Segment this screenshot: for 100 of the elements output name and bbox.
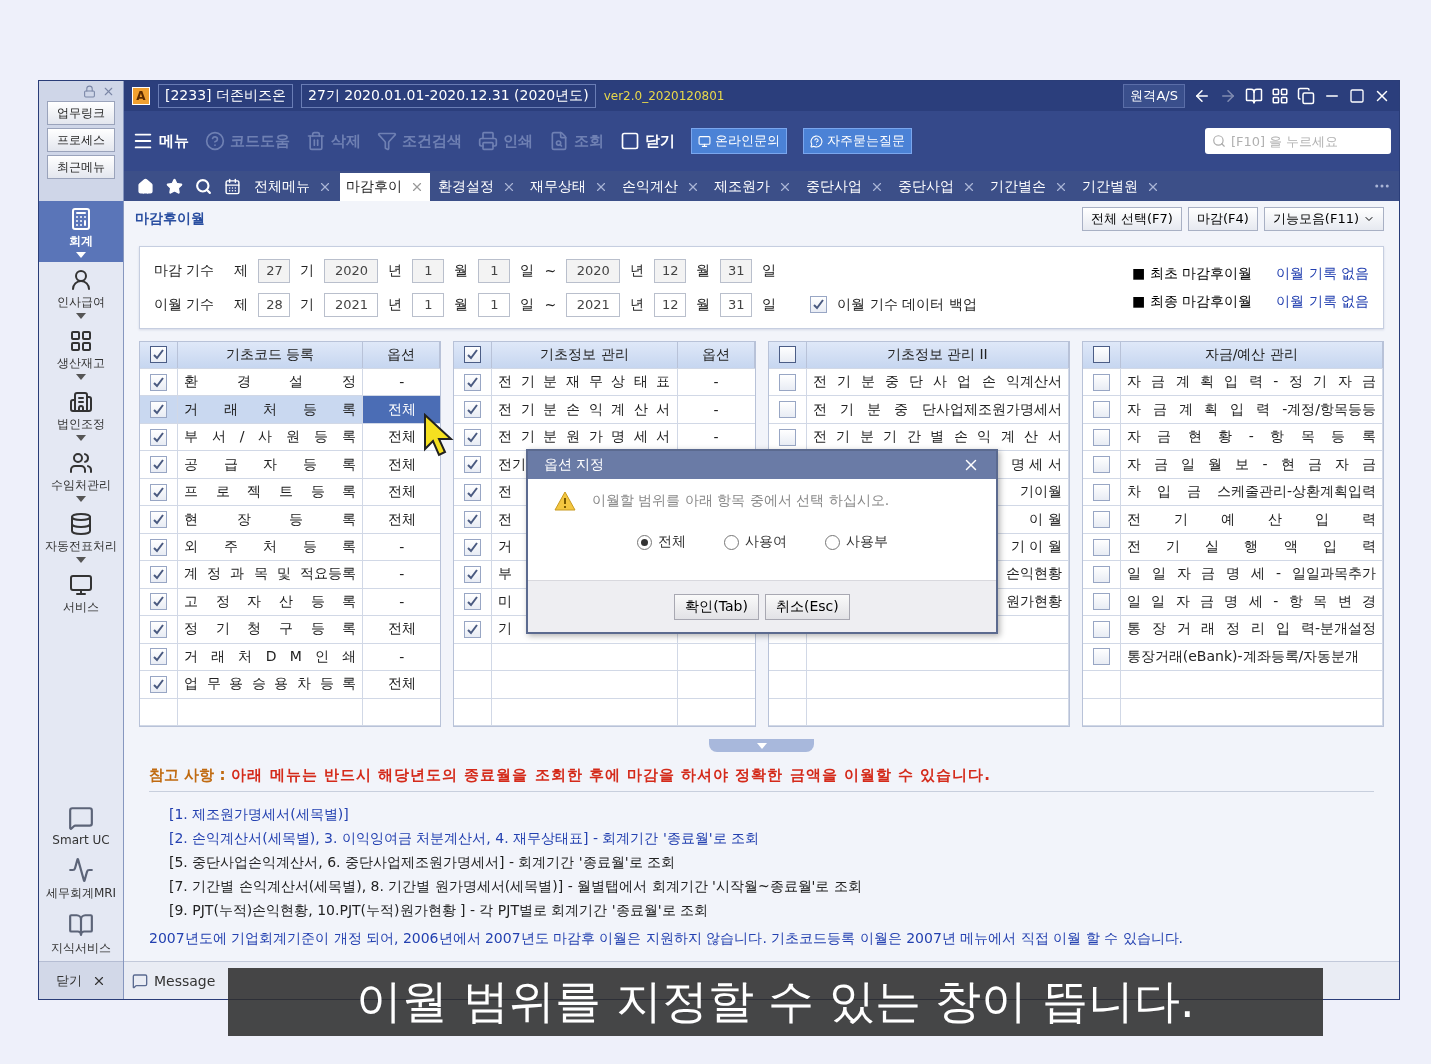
checkbox[interactable] — [464, 566, 482, 583]
tab[interactable]: 재무상태 — [524, 173, 614, 201]
option-cell[interactable]: - — [677, 368, 755, 396]
checkbox[interactable] — [464, 456, 482, 474]
checkbox[interactable] — [150, 428, 167, 446]
tab[interactable]: 손익계산 — [616, 173, 706, 201]
checkbox[interactable] — [464, 373, 482, 391]
radio-option[interactable]: 사용여 — [723, 533, 787, 551]
checkbox[interactable] — [1092, 346, 1110, 364]
checkbox[interactable] — [1092, 373, 1110, 391]
module-item[interactable]: 생산재고 — [39, 323, 123, 384]
checkbox[interactable] — [464, 511, 482, 529]
tab[interactable]: 전체메뉴 — [248, 173, 338, 201]
checkbox[interactable] — [1092, 428, 1110, 446]
option-cell[interactable]: 전체 — [363, 478, 441, 506]
close-sidebar-button[interactable]: 닫기 — [39, 961, 123, 999]
help-button[interactable]: 온라인문의 — [691, 128, 787, 154]
checkbox[interactable] — [150, 593, 167, 611]
history-link[interactable]: 이월 기록 없음 — [1276, 264, 1369, 283]
checkbox[interactable] — [1092, 401, 1110, 419]
module-item[interactable]: 법인조정 — [39, 384, 123, 445]
checkbox[interactable] — [464, 538, 482, 556]
service-item[interactable]: 지식서비스 — [39, 906, 123, 961]
checkbox[interactable] — [150, 483, 167, 501]
action-button[interactable]: 마감(F4) — [1187, 207, 1258, 231]
action-button[interactable]: 기능모음(F11) — [1263, 207, 1384, 231]
service-item[interactable]: 세무회계MRI — [39, 851, 123, 906]
tab[interactable]: 기간별손 — [984, 173, 1074, 201]
grid-icon[interactable] — [1271, 87, 1289, 105]
checkbox[interactable] — [150, 511, 167, 529]
cancel-button[interactable]: 취소(Esc) — [764, 593, 850, 620]
checkbox[interactable] — [464, 346, 482, 364]
checkbox[interactable] — [150, 373, 167, 391]
checkbox[interactable] — [150, 675, 167, 693]
back-icon[interactable] — [1193, 87, 1211, 105]
input-field[interactable]: 28 — [258, 292, 291, 317]
checkbox[interactable] — [150, 538, 167, 556]
option-cell[interactable]: - — [363, 533, 441, 561]
windows-icon[interactable] — [1297, 87, 1315, 105]
checkbox[interactable] — [1092, 566, 1110, 583]
tab[interactable]: 기간별원 — [1076, 173, 1166, 201]
module-item[interactable]: 서비스 — [39, 567, 123, 620]
checkbox[interactable] — [778, 428, 796, 446]
confirm-button[interactable]: 확인(Tab) — [674, 593, 759, 620]
maximize-icon[interactable] — [1349, 88, 1365, 104]
checkbox[interactable] — [464, 593, 482, 611]
history-link[interactable]: 이월 기록 없음 — [1276, 292, 1369, 311]
checkbox[interactable] — [778, 373, 796, 391]
input-field[interactable]: 1 — [478, 292, 511, 317]
checkbox[interactable] — [1092, 511, 1110, 529]
checkbox[interactable] — [1092, 620, 1110, 638]
tab[interactable]: 제조원가 — [708, 173, 798, 201]
toolbar-button[interactable]: 닫기 — [620, 131, 675, 151]
checkbox[interactable] — [464, 401, 482, 419]
input-field[interactable]: 2021 — [566, 292, 621, 317]
checkbox[interactable] — [150, 648, 167, 666]
forward-icon[interactable] — [1219, 87, 1237, 105]
input-field[interactable]: 1 — [412, 292, 445, 317]
input-field[interactable]: 12 — [654, 292, 687, 317]
radio-option[interactable]: 사용부 — [824, 533, 888, 551]
checkbox[interactable] — [778, 346, 796, 364]
checkbox[interactable] — [810, 296, 828, 313]
menu-button[interactable]: 메뉴 — [132, 130, 189, 152]
module-item[interactable]: 수임처관리 — [39, 445, 123, 506]
link-button[interactable]: 최근메뉴 — [47, 155, 115, 179]
checkbox[interactable] — [1092, 483, 1110, 501]
checkbox[interactable] — [150, 566, 167, 583]
option-cell[interactable]: - — [677, 423, 755, 451]
remote-support-button[interactable]: 원격A/S — [1123, 84, 1185, 108]
checkbox[interactable] — [1092, 648, 1110, 666]
help-button[interactable]: 자주묻는질문 — [803, 128, 912, 154]
checkbox[interactable] — [1092, 456, 1110, 474]
checkbox[interactable] — [464, 483, 482, 501]
option-cell[interactable]: 전체 — [363, 616, 441, 643]
collapse-handle[interactable] — [709, 739, 814, 752]
tab[interactable]: 마감후이 — [340, 173, 430, 201]
input-field[interactable]: 31 — [720, 292, 753, 317]
book-icon[interactable] — [1245, 87, 1263, 105]
checkbox[interactable] — [150, 456, 167, 474]
message-label[interactable]: Message — [154, 972, 216, 989]
checkbox[interactable] — [464, 428, 482, 446]
search-field[interactable]: [F10] 을 누르세요 — [1205, 128, 1391, 154]
checkbox[interactable] — [1092, 538, 1110, 556]
option-cell[interactable]: - — [363, 368, 441, 396]
checkbox[interactable] — [464, 620, 482, 638]
radio-option[interactable]: 전체 — [636, 533, 686, 551]
option-cell[interactable]: 전체 — [363, 506, 441, 533]
tab[interactable]: 중단사업 — [800, 173, 890, 201]
tab[interactable]: 중단사업 — [892, 173, 982, 201]
link-button[interactable]: 프로세스 — [47, 128, 115, 152]
option-cell[interactable]: 전체 — [363, 451, 441, 478]
checkbox[interactable] — [150, 401, 167, 419]
input-field[interactable]: 2021 — [324, 292, 379, 317]
option-cell[interactable]: - — [363, 561, 441, 588]
checkbox[interactable] — [150, 346, 167, 364]
option-cell[interactable]: 전체 — [363, 671, 441, 698]
tab[interactable]: 환경설정 — [432, 173, 522, 201]
service-item[interactable]: Smart UC — [39, 799, 123, 851]
option-cell[interactable]: 전체 — [363, 396, 441, 423]
link-button[interactable]: 업무링크 — [47, 101, 115, 125]
